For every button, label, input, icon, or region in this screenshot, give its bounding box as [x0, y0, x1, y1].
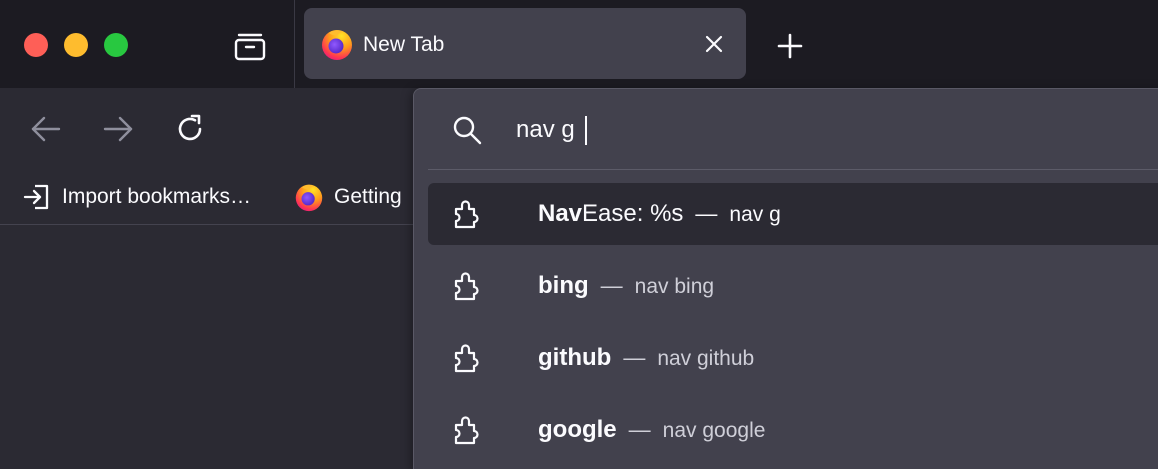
result-text: Nav Ease: %s — nav g: [538, 200, 781, 228]
zoom-window-button[interactable]: [104, 33, 128, 57]
puzzle-icon: [454, 344, 479, 373]
new-tab-plus-icon[interactable]: [770, 26, 810, 66]
result-title-match: google: [538, 416, 617, 443]
minimize-window-button[interactable]: [64, 33, 88, 57]
tab-new-tab[interactable]: New Tab: [304, 8, 746, 79]
close-window-button[interactable]: [24, 33, 48, 57]
tab-strip: New Tab: [0, 0, 1158, 88]
firefox-icon: [295, 184, 323, 212]
tab-title: New Tab: [363, 33, 445, 56]
close-tab-icon[interactable]: [700, 30, 728, 58]
search-icon: [453, 116, 482, 145]
result-action: nav github: [657, 347, 755, 370]
bookmark-label: Import bookmarks…: [62, 185, 252, 208]
result-title-rest: Ease: %s: [582, 200, 684, 227]
urlbar-divider: [428, 169, 1158, 170]
import-icon: [23, 184, 49, 210]
urlbar-input[interactable]: [516, 113, 1076, 147]
result-action: nav google: [662, 419, 766, 442]
result-row-bing[interactable]: bing — nav bing: [428, 255, 1158, 317]
result-separator: —: [628, 417, 651, 442]
puzzle-icon: [454, 272, 479, 301]
result-action: nav g: [729, 203, 781, 226]
result-separator: —: [600, 273, 623, 298]
forward-arrow-icon[interactable]: [96, 107, 140, 151]
result-separator: —: [623, 345, 646, 370]
result-separator: —: [695, 201, 718, 226]
result-title-rest: ithub: [552, 344, 612, 371]
text-caret: [585, 116, 587, 145]
firefox-view-icon[interactable]: [230, 26, 270, 66]
result-title-match: bing: [538, 272, 589, 299]
puzzle-icon: [454, 200, 479, 229]
result-text: bing — nav bing: [538, 272, 714, 300]
reload-icon[interactable]: [168, 107, 212, 151]
back-arrow-icon[interactable]: [24, 107, 68, 151]
puzzle-icon: [454, 416, 479, 445]
bookmark-import[interactable]: Import bookmarks…: [22, 182, 251, 212]
result-text: g ithub — nav github: [538, 344, 754, 372]
result-text: google — nav google: [538, 416, 765, 444]
result-title-match: g: [538, 344, 553, 371]
result-title-match: Nav: [538, 200, 583, 227]
urlbar-dropdown: NavEase: %s — nav g bing — nav bing gith…: [413, 88, 1158, 469]
bookmark-label: Getting: [334, 185, 402, 208]
result-row-github[interactable]: g ithub — nav github: [428, 327, 1158, 389]
result-row-google[interactable]: google — nav google: [428, 399, 1158, 461]
bookmark-getting-started[interactable]: Getting: [294, 182, 402, 212]
result-row-naveas[interactable]: Nav Ease: %s — nav g: [428, 183, 1158, 245]
result-action: nav bing: [634, 275, 715, 298]
firefox-icon: [322, 30, 352, 60]
tab-divider: [294, 0, 295, 88]
